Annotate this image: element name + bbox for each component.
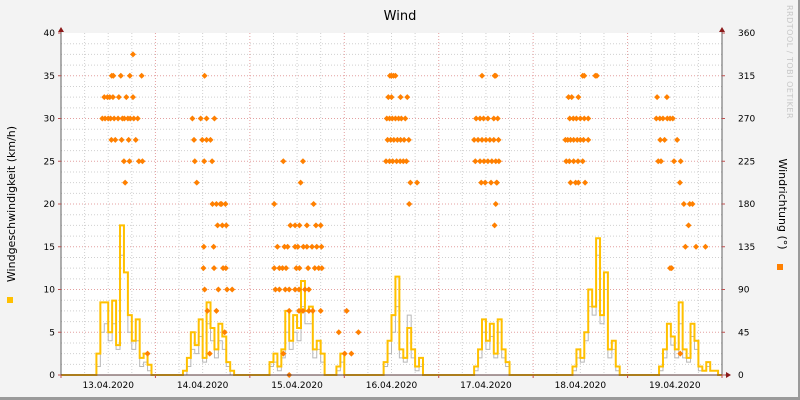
y-tick-label: 30 [44, 115, 56, 125]
x-tick-label: 15.04.2020 [271, 381, 323, 391]
wind-chart: 0 5 10 15 20 25 30 35 40 0 45 90 135 180 225 270 315 360 1… [5, 5, 794, 391]
x-tick-label: 14.04.2020 [177, 381, 229, 391]
y2-tick-label: 90 [738, 286, 750, 296]
x-tick-label: 13.04.2020 [82, 381, 134, 391]
x-tick-label: 16.04.2020 [366, 381, 418, 391]
y-axis-label: Windgeschwindigkeit (km/h) [5, 126, 18, 282]
y-tick-label: 20 [44, 200, 56, 210]
y-tick-label: 40 [44, 29, 56, 39]
legend-swatch-direction [777, 264, 783, 270]
y-tick-label: 25 [44, 157, 55, 167]
y2-axis-arrow-icon [719, 27, 725, 32]
y2-axis-label: Windrichtung (°) [776, 158, 789, 249]
x-tick-label: 18.04.2020 [555, 381, 607, 391]
y2-tick-label: 135 [738, 243, 755, 253]
x-axis-arrow-icon [726, 372, 731, 378]
y-tick-label: 35 [44, 72, 55, 82]
y-tick-label: 10 [44, 286, 56, 296]
x-tick-label: 19.04.2020 [649, 381, 701, 391]
y-tick-label: 15 [44, 243, 55, 253]
legend-swatch-speed [7, 297, 13, 303]
chart-title: Wind [384, 9, 417, 24]
y2-tick-label: 0 [738, 371, 744, 381]
x-tick-label: 17.04.2020 [460, 381, 512, 391]
y-tick-label: 5 [49, 328, 55, 338]
y2-tick-label: 45 [738, 328, 749, 338]
y2-tick-label: 270 [738, 115, 755, 125]
y2-tick-label: 315 [738, 72, 755, 82]
y2-tick-label: 360 [738, 29, 755, 39]
y2-tick-label: 180 [738, 200, 755, 210]
y-axis-arrow-icon [58, 27, 64, 32]
watermark: RRDTOOL / TOBI OETIKER [785, 5, 794, 119]
y2-tick-label: 225 [738, 157, 755, 167]
y-tick-label: 0 [49, 371, 55, 381]
